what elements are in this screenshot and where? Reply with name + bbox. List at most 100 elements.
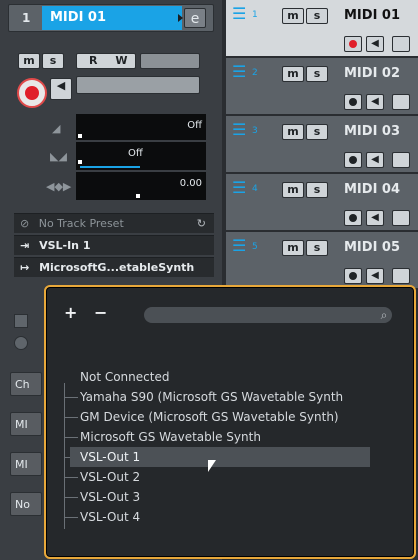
track-row-2[interactable]: ☰ 2 m s MIDI 02 ◀ [226,58,418,116]
track-list: ☰ 1 m s MIDI 01 ◀ ☰ 2 m s MIDI 02 ◀ ☰ 3 … [226,0,418,300]
volume-handle[interactable] [78,134,82,138]
inspector-track-name[interactable]: MIDI 01 [42,6,182,30]
track-more-button[interactable] [392,210,410,226]
side-button-no[interactable]: No [10,492,42,516]
track-monitor-button[interactable]: ◀ [366,268,384,284]
track-more-button[interactable] [392,36,410,52]
side-button-mi-1[interactable]: MI [10,412,42,436]
track-monitor-button[interactable]: ◀ [366,152,384,168]
track-mute-button[interactable]: m [282,182,304,198]
input-icon: ⇥ [20,239,30,252]
pan-bar [80,166,140,168]
track-name[interactable]: MIDI 04 [344,182,400,197]
track-more-button[interactable] [392,268,410,284]
track-more-button[interactable] [392,152,410,168]
track-preset-row[interactable]: ⊘ No Track Preset ↻ [14,213,214,233]
list-item-vsl-out-2[interactable]: VSL-Out 2 [70,467,370,487]
track-record-button[interactable] [344,152,362,168]
track-name[interactable]: MIDI 03 [344,124,400,139]
inspector-track-number: 1 [22,11,31,25]
volume-icon: ◢ [52,122,61,135]
side-button-ch[interactable]: Ch [10,372,42,396]
refresh-icon[interactable]: ↻ [197,214,206,234]
track-name[interactable]: MIDI 05 [344,240,400,255]
input-routing-row[interactable]: ⇥ VSL-In 1 [14,235,214,255]
track-number: 4 [252,184,258,194]
volume-field[interactable]: Off [76,114,206,140]
list-item-vsl-out-3[interactable]: VSL-Out 3 [70,487,370,507]
pan-field[interactable]: Off [76,142,206,170]
track-more-button[interactable] [392,94,410,110]
track-meter-bar [76,76,200,94]
output-routing-row[interactable]: ↦ MicrosoftG...etableSynth [14,257,214,277]
read-button[interactable]: R [89,54,97,67]
mouse-cursor-icon [208,460,216,472]
pan-handle[interactable] [78,160,82,164]
mute-button[interactable]: m [18,53,40,69]
expand-triangle-icon[interactable] [178,14,183,22]
input-routing-label: VSL-In 1 [39,239,91,252]
speaker-icon: ◀ [371,212,379,223]
record-enable-button[interactable] [17,78,47,108]
list-item-gm-device[interactable]: GM Device (Microsoft GS Wavetable Synth) [70,407,370,427]
track-mute-button[interactable]: m [282,240,304,256]
transpose-handle[interactable] [136,194,140,198]
track-number: 2 [252,68,258,78]
write-button[interactable]: W [115,54,127,67]
monitor-button[interactable]: ◀ [50,78,72,100]
track-name[interactable]: MIDI 01 [344,8,400,23]
track-solo-button[interactable]: s [306,124,328,140]
solo-button[interactable]: s [42,53,64,69]
speaker-icon: ◀ [56,79,66,92]
preset-icon: ⊘ [20,217,30,230]
info-icon[interactable] [14,336,28,350]
track-row-1[interactable]: ☰ 1 m s MIDI 01 ◀ [226,0,418,58]
automation-toggle[interactable] [140,53,200,69]
track-solo-button[interactable]: s [306,8,328,24]
track-monitor-button[interactable]: ◀ [366,94,384,110]
add-button[interactable]: + [64,303,77,322]
side-button-mi-2[interactable]: MI [10,452,42,476]
list-item-not-connected[interactable]: Not Connected [70,367,370,387]
track-row-3[interactable]: ☰ 3 m s MIDI 03 ◀ [226,116,418,174]
track-solo-button[interactable]: s [306,66,328,82]
list-item-ms-gs-wavetable[interactable]: Microsoft GS Wavetable Synth [70,427,370,447]
pan-value: Off [128,148,143,159]
search-icon[interactable]: ⌕ [374,305,394,325]
speaker-icon: ◀ [371,38,379,49]
track-name[interactable]: MIDI 02 [344,66,400,81]
doc-icon[interactable] [14,314,28,328]
track-monitor-button[interactable]: ◀ [366,210,384,226]
track-solo-button[interactable]: s [306,182,328,198]
output-routing-label: MicrosoftG...etableSynth [39,261,195,274]
track-monitor-button[interactable]: ◀ [366,36,384,52]
list-item-vsl-out-4[interactable]: VSL-Out 4 [70,507,370,527]
track-record-button[interactable] [344,210,362,226]
track-mute-button[interactable]: m [282,124,304,140]
midi-track-icon: ☰ [232,178,247,197]
search-input[interactable] [144,307,392,323]
track-record-button[interactable] [344,268,362,284]
track-number: 5 [252,242,258,252]
edit-instrument-button[interactable]: e [184,8,206,28]
track-record-button[interactable] [344,36,362,52]
preset-label: No Track Preset [38,217,124,230]
output-routing-popup: + − ⌕ Not Connected Yamaha S90 (Microsof… [44,285,416,559]
track-mute-button[interactable]: m [282,66,304,82]
remove-button[interactable]: − [94,303,107,322]
track-row-5[interactable]: ☰ 5 m s MIDI 05 ◀ [226,232,418,290]
midi-track-icon: ☰ [232,236,247,255]
midi-track-icon: ☰ [232,62,247,81]
transpose-field[interactable]: 0.00 [76,172,206,200]
speaker-icon: ◀ [371,96,379,107]
track-record-button[interactable] [344,94,362,110]
list-item-yamaha-s90[interactable]: Yamaha S90 (Microsoft GS Wavetable Synth [70,387,370,407]
track-solo-button[interactable]: s [306,240,328,256]
tree-line [64,383,65,529]
list-item-vsl-out-1[interactable]: VSL-Out 1 [70,447,370,467]
track-row-4[interactable]: ☰ 4 m s MIDI 04 ◀ [226,174,418,232]
midi-track-icon: ☰ [232,120,247,139]
volume-value: Off [187,120,202,131]
track-mute-button[interactable]: m [282,8,304,24]
read-write-group: R W [76,53,136,69]
